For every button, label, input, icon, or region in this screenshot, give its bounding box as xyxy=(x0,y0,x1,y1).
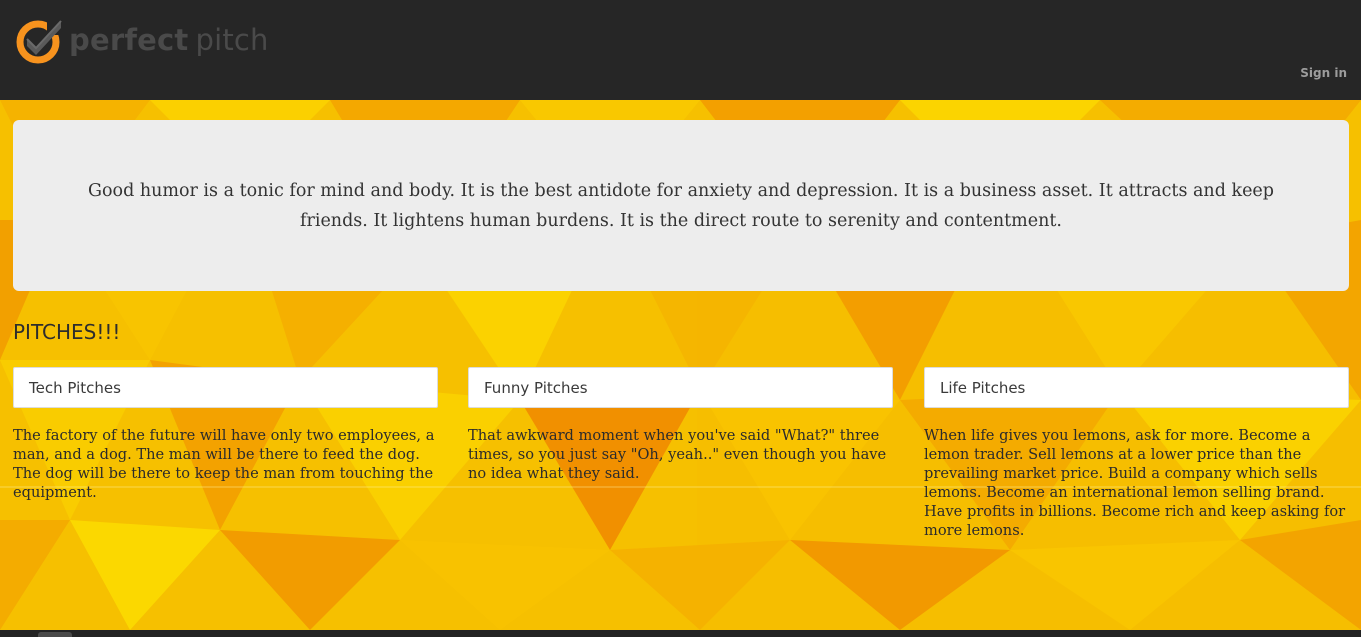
brand-name-light: pitch xyxy=(195,22,269,57)
navbar: perfect pitch Sign in xyxy=(0,0,1361,100)
quote-text: Good humor is a tonic for mind and body.… xyxy=(88,180,1274,231)
bottom-strip xyxy=(0,630,1361,637)
brand-name-bold: perfect xyxy=(69,22,189,57)
life-pitch-text: When life gives you lemons, ask for more… xyxy=(924,427,1346,539)
bottom-tab xyxy=(38,632,72,637)
brand-link[interactable]: perfect pitch xyxy=(13,15,269,65)
quote-panel: Good humor is a tonic for mind and body.… xyxy=(13,120,1349,291)
tech-pitch-text: The factory of the future will have only… xyxy=(13,427,435,501)
funny-pitch-text: That awkward moment when you've said "Wh… xyxy=(468,427,887,482)
sign-in-link[interactable]: Sign in xyxy=(1300,66,1347,80)
pitches-heading: PITCHES!!! xyxy=(13,320,121,344)
category-life-pitches[interactable]: Life Pitches xyxy=(924,367,1349,408)
checkmark-circle-logo-icon xyxy=(16,19,62,64)
brand-name: perfect pitch xyxy=(69,22,269,57)
category-tech-pitches[interactable]: Tech Pitches xyxy=(13,367,438,408)
category-funny-pitches[interactable]: Funny Pitches xyxy=(468,367,893,408)
